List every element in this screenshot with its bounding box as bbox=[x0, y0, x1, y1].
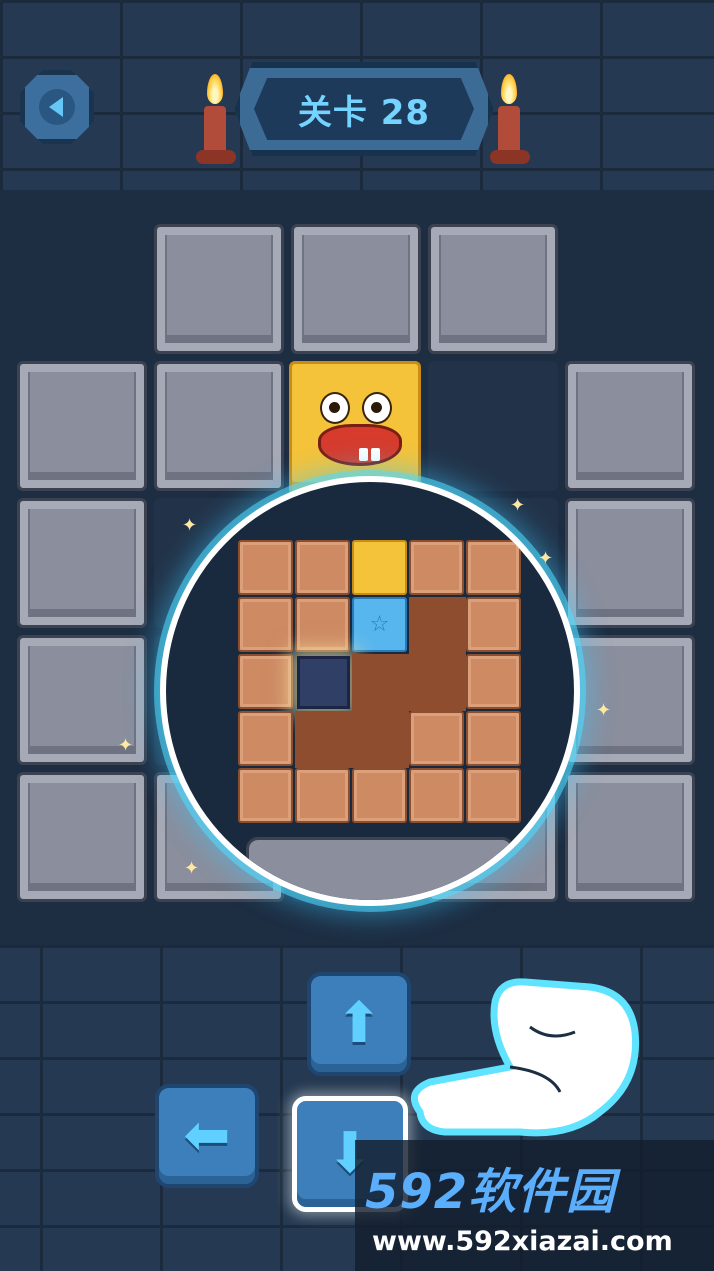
watermark-title: 592软件园 bbox=[365, 1164, 616, 1220]
preview-brick-tile bbox=[466, 540, 521, 595]
level-banner: 关卡 28 bbox=[234, 62, 494, 156]
candle-left-icon bbox=[196, 70, 236, 170]
stone-block bbox=[17, 772, 147, 902]
preview-brick-tile bbox=[295, 540, 350, 595]
sparkle-icon: ✦ bbox=[184, 858, 200, 879]
preview-stone-slab bbox=[246, 837, 514, 900]
preview-floor bbox=[352, 654, 409, 711]
stone-block bbox=[154, 361, 284, 491]
move-left-button[interactable]: ⬅ bbox=[155, 1084, 259, 1188]
watermark-url: www.592xiazai.com bbox=[372, 1226, 673, 1257]
stone-block bbox=[17, 361, 147, 491]
level-title: 关卡 28 bbox=[297, 92, 431, 133]
sparkle-icon: ✦ bbox=[118, 735, 134, 756]
preview-floor bbox=[409, 597, 466, 654]
preview-brick-tile bbox=[238, 597, 293, 652]
preview-brick-tile bbox=[466, 597, 521, 652]
preview-brick-tile bbox=[238, 540, 293, 595]
candle-right-icon bbox=[490, 70, 530, 170]
solution-preview: ☆ bbox=[160, 476, 580, 906]
back-arrow-icon bbox=[39, 89, 75, 125]
stone-block bbox=[291, 224, 421, 354]
stone-block bbox=[428, 224, 558, 354]
preview-floor bbox=[352, 711, 409, 768]
character-block[interactable] bbox=[289, 361, 421, 495]
up-arrow-icon: ⬆ bbox=[335, 991, 383, 1056]
stone-block bbox=[565, 361, 695, 491]
preview-brick-tile bbox=[409, 711, 464, 766]
stone-block bbox=[17, 498, 147, 628]
preview-character bbox=[352, 540, 407, 595]
preview-brick-tile bbox=[238, 654, 293, 709]
empty-slot bbox=[428, 361, 558, 491]
left-eye-icon bbox=[320, 392, 350, 424]
pointing-hand-icon bbox=[410, 978, 640, 1137]
preview-floor bbox=[409, 654, 466, 711]
preview-brick-tile bbox=[352, 768, 407, 823]
preview-brick-tile bbox=[238, 768, 293, 823]
mouth-icon bbox=[318, 424, 402, 466]
stone-block bbox=[565, 498, 695, 628]
sparkle-icon: ✦ bbox=[182, 515, 198, 536]
move-up-button[interactable]: ⬆ bbox=[307, 972, 411, 1076]
sparkle-icon: ✦ bbox=[596, 700, 612, 721]
stone-block bbox=[565, 635, 695, 765]
preview-brick-tile bbox=[466, 654, 521, 709]
preview-brick-tile bbox=[295, 597, 350, 652]
preview-goal-hole bbox=[297, 656, 350, 709]
preview-brick-tile bbox=[409, 768, 464, 823]
preview-brick-tile bbox=[238, 711, 293, 766]
preview-star-block: ☆ bbox=[352, 597, 407, 652]
sparkle-icon: ✦ bbox=[510, 495, 526, 516]
right-eye-icon bbox=[362, 392, 392, 424]
preview-brick-tile bbox=[466, 768, 521, 823]
preview-floor bbox=[295, 711, 352, 768]
stone-block bbox=[154, 224, 284, 354]
preview-brick-tile bbox=[295, 768, 350, 823]
preview-brick-tile bbox=[466, 711, 521, 766]
preview-grid: ☆ bbox=[238, 540, 523, 825]
left-arrow-icon: ⬅ bbox=[183, 1103, 231, 1168]
sparkle-icon: ✦ bbox=[538, 548, 554, 569]
preview-brick-tile bbox=[409, 540, 464, 595]
stone-block bbox=[565, 772, 695, 902]
